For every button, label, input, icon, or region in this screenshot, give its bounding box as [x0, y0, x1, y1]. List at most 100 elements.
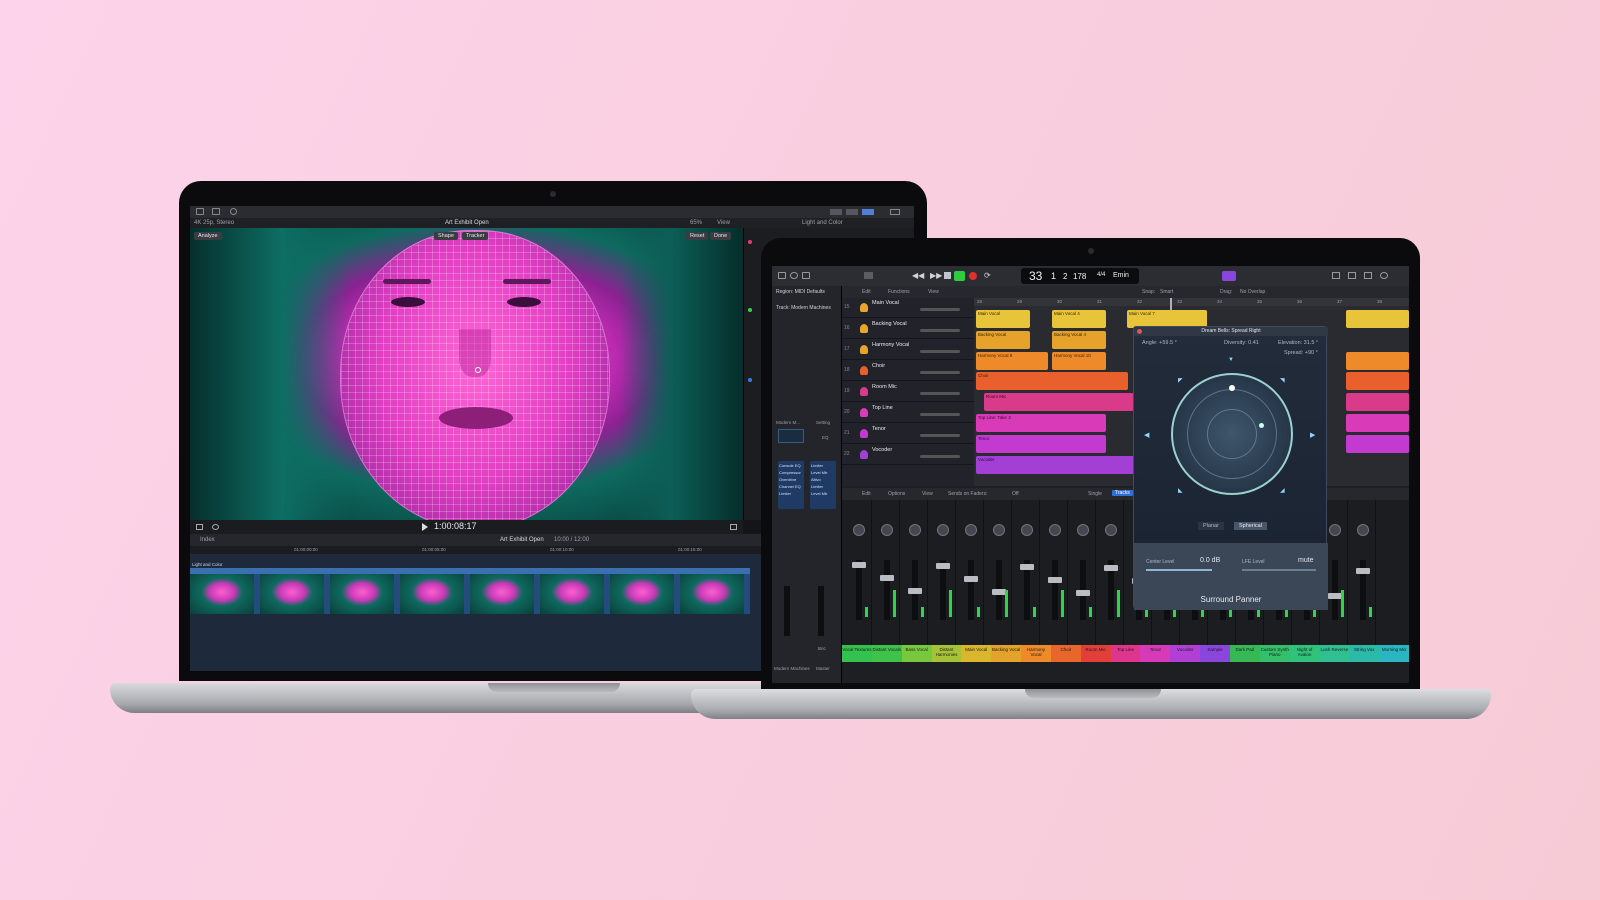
view-menu[interactable]: View: [717, 220, 730, 226]
region-inspector[interactable]: Region: MIDI Defaults: [776, 289, 825, 295]
region[interactable]: [1346, 310, 1409, 328]
list-editors-icon[interactable]: [1332, 272, 1340, 279]
plugin-slot[interactable]: Compressor: [779, 470, 801, 475]
track-header[interactable]: 17 Harmony Vocal: [842, 340, 974, 360]
volume-slider[interactable]: [920, 392, 960, 395]
channel-name[interactable]: Bass Vocal: [901, 645, 932, 662]
fader-cap[interactable]: [992, 589, 1006, 595]
pan-puck[interactable]: [1229, 385, 1235, 391]
volume-slider[interactable]: [920, 350, 960, 353]
help-icon[interactable]: [790, 272, 798, 279]
plugin-slot[interactable]: Overdrive: [779, 477, 796, 482]
play-button[interactable]: [954, 271, 965, 281]
pan-knob[interactable]: [853, 524, 865, 536]
crop-icon[interactable]: [196, 524, 203, 530]
edit-menu[interactable]: Edit: [862, 289, 871, 295]
inspector-fader-left[interactable]: [784, 586, 790, 636]
volume-slider[interactable]: [920, 434, 960, 437]
track-header[interactable]: 21 Tenor: [842, 424, 974, 444]
loops-icon[interactable]: [1364, 272, 1372, 279]
background-tasks-icon[interactable]: [230, 208, 237, 215]
inspector-fader-right[interactable]: [818, 586, 824, 636]
view-menu[interactable]: View: [928, 289, 939, 295]
bar-ruler[interactable]: 28 29 30 31 32 33 34 35 36 37 38: [974, 298, 1409, 306]
channel-name[interactable]: Morning Mix: [1379, 645, 1409, 662]
fullscreen-icon[interactable]: [730, 524, 737, 530]
lfe-level-slider[interactable]: [1242, 569, 1316, 571]
region[interactable]: Vocoder: [976, 456, 1136, 474]
channel-name[interactable]: Backing Vocal: [991, 645, 1022, 662]
plugin-slot[interactable]: Limiter: [779, 491, 791, 496]
plugin-slot[interactable]: Limiter: [811, 484, 823, 489]
channel-name[interactable]: Distant Harmonies: [931, 645, 962, 662]
channel-name[interactable]: Vocoder: [1170, 645, 1201, 662]
track-header[interactable]: 22 Vocoder: [842, 445, 974, 465]
fader-track[interactable]: [968, 560, 974, 620]
zoom-menu[interactable]: 65%: [690, 220, 702, 226]
region[interactable]: Top Line: Take 3: [976, 414, 1106, 432]
channel-name[interactable]: Distant Vocals: [871, 645, 902, 662]
region[interactable]: Tenor: [976, 435, 1106, 453]
eq-button[interactable]: EQ: [822, 435, 829, 440]
center-level-slider[interactable]: [1146, 569, 1212, 571]
fader-track[interactable]: [884, 560, 890, 620]
inspector-toggle-icon[interactable]: [862, 209, 874, 215]
track-inspector[interactable]: Track: Modern Machines: [776, 305, 831, 311]
stop-icon[interactable]: [944, 272, 951, 279]
pan-knob[interactable]: [1329, 524, 1341, 536]
pan-knob[interactable]: [993, 524, 1005, 536]
layout-icon[interactable]: [830, 209, 842, 215]
pan-knob[interactable]: [1049, 524, 1061, 536]
fader-cap[interactable]: [1048, 577, 1062, 583]
pan-knob[interactable]: [1105, 524, 1117, 536]
lcd-display[interactable]: 33 1 2 178 4/4 Emin: [1021, 268, 1139, 284]
fader-cap[interactable]: [1104, 565, 1118, 571]
region[interactable]: Main Vocal 4: [1052, 310, 1106, 328]
eq-thumbnail[interactable]: [778, 429, 804, 443]
channel-name[interactable]: Vocal Textures: [842, 645, 872, 662]
close-icon[interactable]: [1137, 329, 1142, 334]
single-button[interactable]: Single: [1088, 491, 1102, 497]
region[interactable]: [1346, 372, 1409, 390]
region[interactable]: [1346, 414, 1409, 432]
plugin-slot[interactable]: Console EQ: [779, 463, 801, 468]
plugin-slot[interactable]: Level Mtr: [811, 491, 827, 496]
mixer-icon[interactable]: [864, 272, 873, 279]
browser-icon[interactable]: [1380, 272, 1388, 279]
track-header[interactable]: 18 Choir: [842, 361, 974, 381]
mixer-view-menu[interactable]: View: [922, 491, 933, 497]
surround-panner-window[interactable]: Dream Bells: Spread Right Angle: +59.5 °…: [1133, 326, 1328, 610]
browser-toggle-icon[interactable]: [846, 209, 858, 215]
plugin-slot[interactable]: Limiter: [811, 463, 823, 468]
channel-name[interactable]: Night of Avalon: [1289, 645, 1320, 662]
tracker-button[interactable]: Tracker: [462, 232, 489, 240]
planar-button[interactable]: Planar: [1198, 522, 1224, 530]
channel-name[interactable]: Lush Reverse: [1319, 645, 1350, 662]
volume-slider[interactable]: [920, 329, 960, 332]
panner-dial[interactable]: [1171, 373, 1293, 495]
fader-track[interactable]: [1332, 560, 1338, 620]
analyze-button[interactable]: Analyze: [194, 232, 222, 240]
track-header[interactable]: 19 Room Mic: [842, 382, 974, 402]
region[interactable]: Room Mic: [984, 393, 1134, 411]
pan-knob[interactable]: [965, 524, 977, 536]
reset-button[interactable]: Reset: [686, 232, 709, 240]
pan-knob[interactable]: [909, 524, 921, 536]
region[interactable]: Choir: [976, 372, 1128, 390]
region[interactable]: Harmony Vocal 8: [976, 352, 1048, 370]
channel-preset[interactable]: Modern M...: [776, 420, 800, 425]
track-header[interactable]: 16 Backing Vocal: [842, 319, 974, 339]
fader-track[interactable]: [940, 560, 946, 620]
region[interactable]: Backing Vocal 4: [1052, 331, 1106, 349]
import-icon[interactable]: [196, 208, 204, 215]
count-in-icon[interactable]: [1222, 271, 1236, 281]
fader-track[interactable]: [856, 560, 862, 620]
track-header[interactable]: 15 Main Vocal: [842, 298, 974, 318]
face-mask-overlay[interactable]: [340, 230, 610, 520]
forward-icon[interactable]: ▶▶: [930, 271, 942, 280]
fader-cap[interactable]: [880, 575, 894, 581]
video-viewer[interactable]: Analyze Shape Tracker Reset Done: [190, 228, 743, 520]
spherical-button[interactable]: Spherical: [1234, 522, 1267, 530]
cycle-icon[interactable]: ⟳: [984, 271, 991, 280]
setting-button[interactable]: Setting: [816, 420, 830, 425]
